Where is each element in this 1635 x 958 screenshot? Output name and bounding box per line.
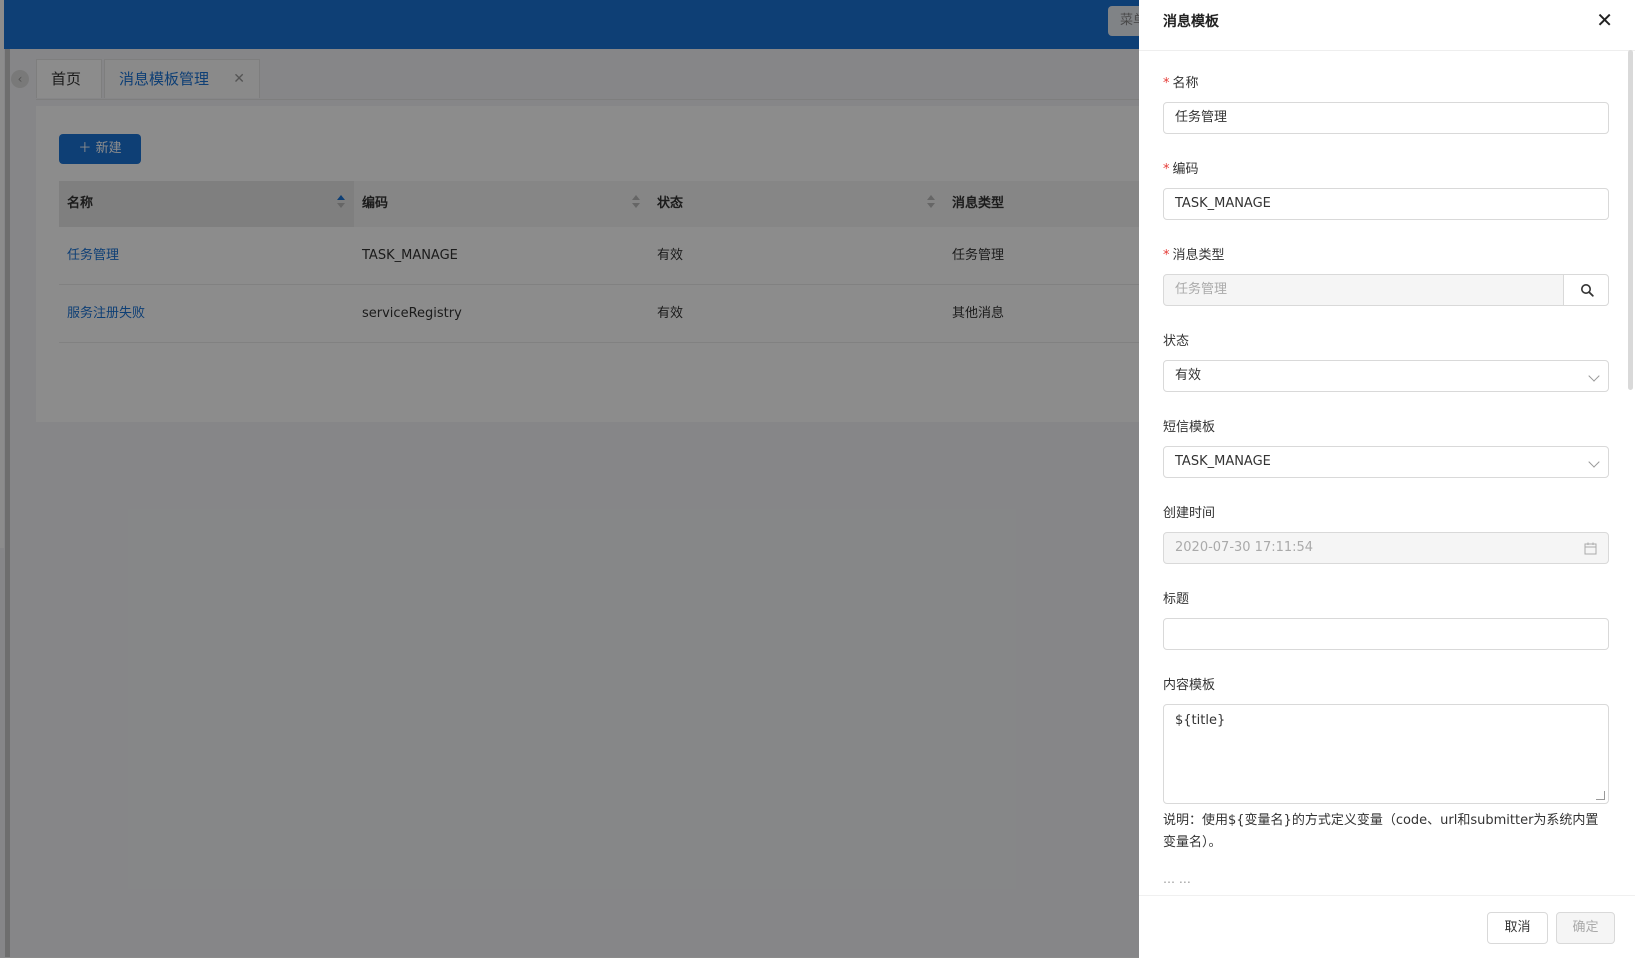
confirm-button[interactable]: 确定 xyxy=(1556,912,1615,944)
status-select[interactable]: 有效 xyxy=(1163,360,1609,392)
status-label: 状态 xyxy=(1163,334,1190,349)
content-hint: 说明：使用${变量名}的方式定义变量（code、url和submitter为系统… xyxy=(1163,813,1599,850)
cancel-button[interactable]: 取消 xyxy=(1487,912,1548,944)
msg-type-label-text: 消息类型 xyxy=(1172,248,1225,263)
title-label: 标题 xyxy=(1163,592,1190,607)
created-time-label: 创建时间 xyxy=(1163,506,1216,521)
name-label: * 名称 xyxy=(1163,76,1199,91)
drawer-footer: 取消 确定 xyxy=(1139,895,1635,958)
code-label-text: 编码 xyxy=(1172,162,1199,177)
resize-handle[interactable] xyxy=(1596,791,1605,800)
drawer-scrollbar[interactable] xyxy=(1628,50,1633,390)
title-input[interactable] xyxy=(1163,618,1609,650)
content-label: 内容模板 xyxy=(1163,678,1216,693)
name-label-text: 名称 xyxy=(1172,76,1199,91)
template-drawer: 消息模板 ✕ * 名称 任务管理 * 编码 TASK_MANAGE * 消息类型 任务… xyxy=(1139,0,1635,958)
content-textarea[interactable]: ${title} xyxy=(1163,704,1609,804)
close-icon[interactable]: ✕ xyxy=(1596,9,1613,31)
search-icon xyxy=(1581,284,1594,297)
calendar-icon xyxy=(1584,542,1597,555)
drawer-header: 消息模板 ✕ xyxy=(1139,0,1635,51)
created-time-input: 2020-07-30 17:11:54 xyxy=(1163,532,1609,564)
name-input[interactable]: 任务管理 xyxy=(1163,102,1609,134)
sms-template-label: 短信模板 xyxy=(1163,420,1216,435)
more-fields-indicator: … … xyxy=(1163,872,1191,886)
msg-type-label: * 消息类型 xyxy=(1163,248,1225,263)
content-value: ${title} xyxy=(1175,713,1226,728)
drawer-title: 消息模板 xyxy=(1163,14,1219,30)
code-input[interactable]: TASK_MANAGE xyxy=(1163,188,1609,220)
msg-type-input: 任务管理 xyxy=(1163,274,1564,306)
sms-template-select[interactable]: TASK_MANAGE xyxy=(1163,446,1609,478)
msg-type-search-button[interactable] xyxy=(1563,274,1609,306)
code-label: * 编码 xyxy=(1163,162,1199,177)
